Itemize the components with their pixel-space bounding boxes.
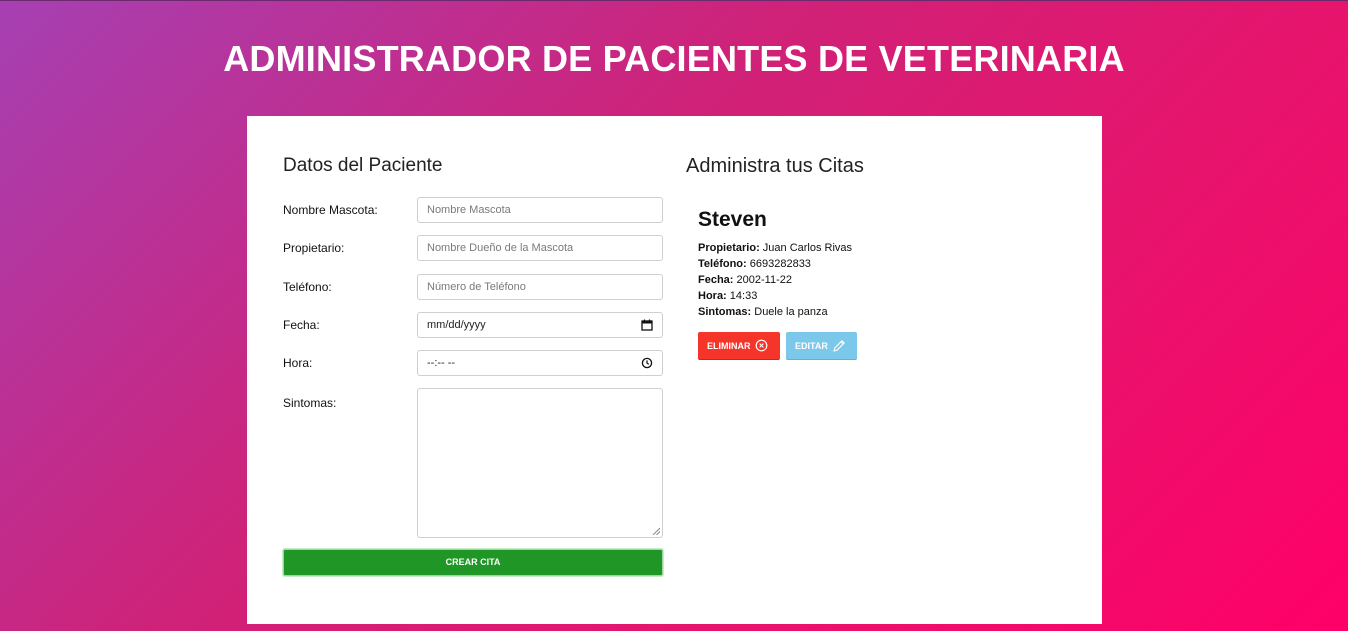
appointment-phone: Teléfono: 6693282833	[698, 258, 811, 270]
appointment-symptoms-label: Sintomas:	[698, 306, 752, 318]
appointment-symptoms-value: Duele la panza	[754, 306, 828, 318]
time-label: Hora:	[283, 356, 313, 370]
calendar-icon[interactable]	[641, 319, 653, 331]
owner-input[interactable]	[417, 235, 663, 261]
appointment-owner-value: Juan Carlos Rivas	[762, 242, 853, 254]
appointment-owner: Propietario: Juan Carlos Rivas	[698, 242, 852, 254]
page-title: ADMINISTRADOR DE PACIENTES DE VETERINARI…	[223, 38, 1125, 79]
edit-button[interactable]: EDITAR	[786, 332, 857, 359]
date-label: Fecha:	[283, 318, 320, 332]
owner-label: Propietario:	[283, 241, 345, 255]
appointment-pet-name: Steven	[698, 208, 767, 231]
clock-icon[interactable]	[641, 357, 653, 369]
date-input-value: mm/dd/yyyy	[427, 319, 486, 331]
appointment-date-label: Fecha:	[698, 274, 734, 286]
time-input[interactable]: --:-- --	[417, 350, 663, 376]
appointment-time: Hora: 14:33	[698, 290, 757, 302]
create-appointment-button[interactable]: CREAR CITA	[283, 549, 663, 576]
date-input[interactable]: mm/dd/yyyy	[417, 312, 663, 338]
phone-input[interactable]	[417, 274, 663, 300]
appointment-symptoms: Sintomas: Duele la panza	[698, 306, 828, 318]
phone-label: Teléfono:	[283, 280, 332, 294]
symptoms-label: Sintomas:	[283, 396, 337, 410]
appointment-phone-value: 6693282833	[749, 258, 811, 270]
pet-name-label: Nombre Mascota:	[283, 203, 378, 217]
pet-name-input[interactable]	[417, 197, 663, 223]
main-card: Datos del Paciente Nombre Mascota: Propi…	[247, 116, 1102, 624]
appointment-date-value: 2002-11-22	[736, 274, 792, 286]
appointments-title: Administra tus Citas	[686, 155, 864, 177]
appointment-time-label: Hora:	[698, 290, 727, 302]
window-top-border	[0, 0, 1348, 1]
edit-button-label: EDITAR	[795, 340, 828, 351]
appointment-date: Fecha: 2002-11-22	[698, 274, 792, 286]
appointment-phone-label: Teléfono:	[698, 258, 747, 270]
appointment-owner-label: Propietario:	[698, 242, 760, 254]
close-circle-icon	[755, 339, 767, 352]
symptoms-textarea[interactable]	[417, 388, 663, 538]
delete-button-label: ELIMINAR	[707, 340, 751, 351]
form-title: Datos del Paciente	[283, 155, 443, 176]
delete-button[interactable]: ELIMINAR	[698, 332, 780, 359]
pencil-icon	[833, 339, 845, 352]
resize-grip-icon[interactable]	[652, 527, 660, 535]
time-input-value: --:-- --	[427, 357, 456, 369]
appointment-time-value: 14:33	[729, 290, 758, 302]
